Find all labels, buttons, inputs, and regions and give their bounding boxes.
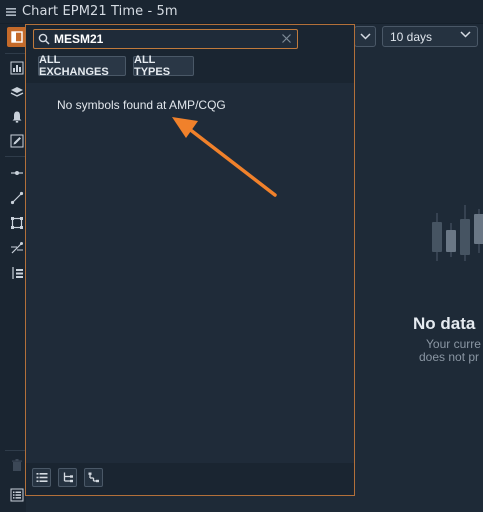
annotation-arrow-icon <box>172 117 277 197</box>
